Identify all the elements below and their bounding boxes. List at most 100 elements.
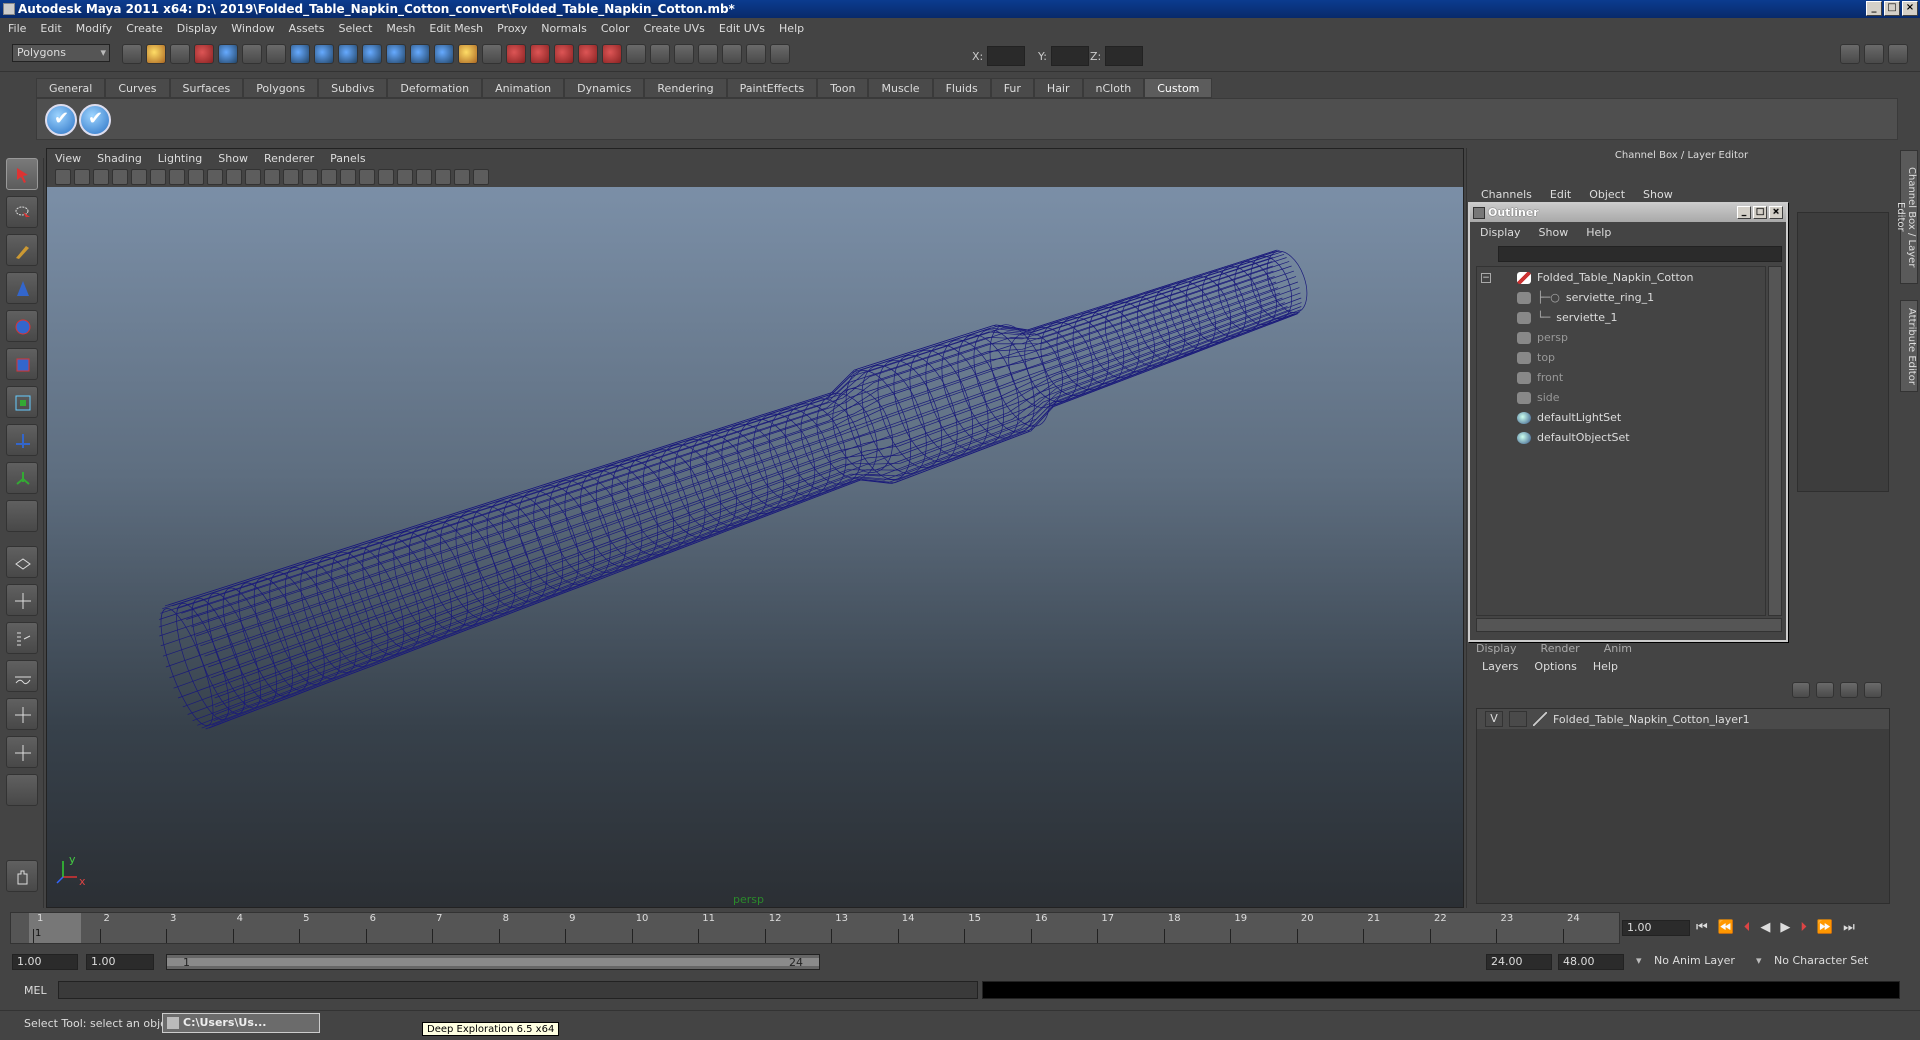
- frame-all-icon[interactable]: [454, 169, 470, 185]
- animation-end-field[interactable]: 48.00: [1558, 954, 1624, 970]
- outliner-close-button[interactable]: ×: [1769, 206, 1783, 219]
- step-back-frame-icon[interactable]: ⏪: [1718, 920, 1734, 935]
- layer-menu-layers[interactable]: Layers: [1482, 660, 1518, 673]
- animation-start-field[interactable]: 1.00: [12, 954, 78, 970]
- construction-history-icon[interactable]: [674, 44, 694, 64]
- wireframe-icon[interactable]: [283, 169, 299, 185]
- range-slider[interactable]: 1 24: [166, 954, 820, 970]
- open-scene-icon[interactable]: [146, 44, 166, 64]
- use-all-lights-icon[interactable]: [359, 169, 375, 185]
- soft-mod-tool-icon[interactable]: [6, 424, 38, 456]
- isolate-select-icon[interactable]: [435, 169, 451, 185]
- playback-end-field[interactable]: 24.00: [1486, 954, 1552, 970]
- wireframe-on-shaded-icon[interactable]: [321, 169, 337, 185]
- maximize-button[interactable]: □: [1884, 1, 1900, 16]
- menu-edit-uvs[interactable]: Edit UVs: [719, 22, 765, 35]
- range-slider-track[interactable]: [167, 958, 819, 966]
- menu-color[interactable]: Color: [601, 22, 630, 35]
- tab-attribute-editor[interactable]: Attribute Editor: [1900, 300, 1918, 392]
- shelf-tab[interactable]: General: [36, 78, 106, 98]
- outliner-item[interactable]: Folded_Table_Napkin_Cotton: [1517, 269, 1694, 287]
- outliner-horizontal-scrollbar[interactable]: [1476, 618, 1782, 632]
- select-component-icon[interactable]: [242, 44, 262, 64]
- select-hierarchy-icon[interactable]: [194, 44, 214, 64]
- gate-mask-icon[interactable]: [207, 169, 223, 185]
- shelf-check-icon[interactable]: [79, 104, 111, 136]
- menu-modify[interactable]: Modify: [76, 22, 112, 35]
- hypershade-persp-layout-icon[interactable]: [6, 698, 38, 730]
- input-ops-icon[interactable]: [626, 44, 646, 64]
- outliner-graph-layout-icon[interactable]: [6, 736, 38, 768]
- shelf-tab[interactable]: Surfaces: [169, 78, 244, 98]
- paint-select-tool-icon[interactable]: [6, 234, 38, 266]
- outliner-item[interactable]: ├─○ serviette_ring_1: [1517, 289, 1654, 307]
- two-d-pan-icon[interactable]: [112, 169, 128, 185]
- outliner-item[interactable]: defaultObjectSet: [1517, 429, 1630, 447]
- safe-title-icon[interactable]: [264, 169, 280, 185]
- ipr-render-icon[interactable]: [746, 44, 766, 64]
- outliner-item[interactable]: └─ serviette_1: [1517, 309, 1618, 327]
- z-input[interactable]: [1105, 46, 1144, 66]
- textured-icon[interactable]: [340, 169, 356, 185]
- film-gate-icon[interactable]: [169, 169, 185, 185]
- layer-visibility-toggle[interactable]: V: [1485, 711, 1503, 727]
- x-input[interactable]: [987, 46, 1026, 66]
- new-scene-icon[interactable]: [122, 44, 142, 64]
- snap-curve-icon[interactable]: [530, 44, 550, 64]
- collapse-toggle-icon[interactable]: −: [1481, 273, 1491, 283]
- new-empty-layer-icon[interactable]: [1840, 682, 1858, 698]
- high-quality-icon[interactable]: [397, 169, 413, 185]
- shadows-icon[interactable]: [378, 169, 394, 185]
- select-dynamics-icon[interactable]: [386, 44, 406, 64]
- playback-start-field[interactable]: 1.00: [86, 954, 154, 970]
- layer-row[interactable]: V Folded_Table_Napkin_Cotton_layer1: [1477, 709, 1889, 729]
- close-button[interactable]: ×: [1902, 1, 1918, 16]
- shelf-tab[interactable]: Toon: [817, 78, 869, 98]
- render-view-icon[interactable]: [698, 44, 718, 64]
- frame-selected-icon[interactable]: [473, 169, 489, 185]
- select-handles-icon[interactable]: [266, 44, 286, 64]
- anim-layer-dropdown[interactable]: No Anim Layer: [1636, 954, 1750, 970]
- viewport-menu-view[interactable]: View: [55, 152, 81, 165]
- viewport-scene[interactable]: y x persp: [47, 187, 1463, 907]
- play-forwards-icon[interactable]: ▶: [1780, 920, 1790, 935]
- shelf-tab[interactable]: Muscle: [868, 78, 933, 98]
- menu-mesh[interactable]: Mesh: [386, 22, 415, 35]
- viewport-menu-show[interactable]: Show: [218, 152, 248, 165]
- viewport-menu-lighting[interactable]: Lighting: [158, 152, 202, 165]
- highlight-selection-icon[interactable]: [482, 44, 502, 64]
- field-chart-icon[interactable]: [226, 169, 242, 185]
- outliner-vertical-scrollbar[interactable]: [1768, 266, 1782, 616]
- save-scene-icon[interactable]: [170, 44, 190, 64]
- select-curves-icon[interactable]: [314, 44, 334, 64]
- channel-box-menu-edit[interactable]: Edit: [1550, 188, 1571, 201]
- snap-grid-icon[interactable]: [506, 44, 526, 64]
- channel-box-menu-object[interactable]: Object: [1589, 188, 1625, 201]
- menu-edit-mesh[interactable]: Edit Mesh: [429, 22, 483, 35]
- step-back-key-icon[interactable]: ⏴: [1744, 920, 1751, 935]
- outliner-maximize-button[interactable]: □: [1753, 206, 1767, 219]
- perspective-viewport[interactable]: View Shading Lighting Show Renderer Pane…: [46, 148, 1464, 908]
- shelf-tab[interactable]: Rendering: [644, 78, 727, 98]
- shelf-tab[interactable]: Dynamics: [564, 78, 645, 98]
- menu-file[interactable]: File: [8, 22, 26, 35]
- menu-set-selector[interactable]: Polygons: [12, 44, 110, 62]
- new-layer-from-selected-icon[interactable]: [1864, 682, 1882, 698]
- image-plane-icon[interactable]: [93, 169, 109, 185]
- last-tool-icon[interactable]: [6, 462, 38, 494]
- select-misc-icon[interactable]: [434, 44, 454, 64]
- layer-tab-display[interactable]: Display: [1476, 642, 1517, 655]
- shelf-tab[interactable]: Subdivs: [318, 78, 388, 98]
- safe-action-icon[interactable]: [245, 169, 261, 185]
- select-tool-icon[interactable]: [6, 158, 38, 190]
- command-input[interactable]: [58, 981, 978, 999]
- outliner-item[interactable]: persp: [1517, 329, 1568, 347]
- make-live-icon[interactable]: [602, 44, 622, 64]
- menu-proxy[interactable]: Proxy: [497, 22, 527, 35]
- menu-select[interactable]: Select: [338, 22, 372, 35]
- scale-tool-icon[interactable]: [6, 348, 38, 380]
- outliner-item[interactable]: top: [1517, 349, 1555, 367]
- shelf-tab[interactable]: Deformation: [387, 78, 483, 98]
- play-backwards-icon[interactable]: ◀: [1760, 920, 1770, 935]
- character-set-dropdown[interactable]: No Character Set: [1756, 954, 1880, 970]
